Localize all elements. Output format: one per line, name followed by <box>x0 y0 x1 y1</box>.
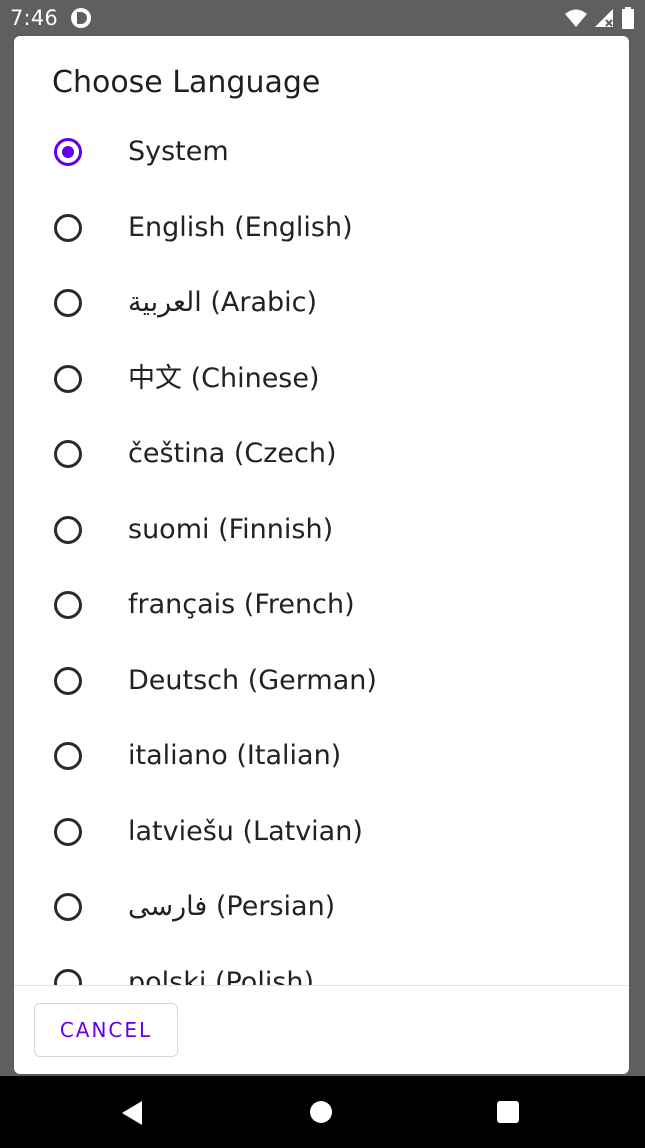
option-label: System <box>128 136 229 167</box>
recents-icon[interactable] <box>497 1101 519 1123</box>
back-icon[interactable] <box>120 1100 144 1126</box>
language-option-czech[interactable]: čeština (Czech) <box>14 418 629 494</box>
option-label: Deutsch (German) <box>128 664 377 696</box>
language-option-english[interactable]: English (English) <box>14 192 629 268</box>
option-label: 中文 (Chinese) <box>128 362 320 394</box>
option-label: English (English) <box>128 211 353 243</box>
status-time: 7:46 <box>10 6 58 30</box>
option-label: čeština (Czech) <box>128 438 337 469</box>
status-bar: 7:46 <box>0 0 645 36</box>
language-option-arabic[interactable]: العربية (Arabic) <box>14 267 629 343</box>
battery-icon <box>622 7 634 29</box>
radio-button[interactable] <box>54 515 82 544</box>
radio-button[interactable] <box>54 817 82 846</box>
language-option-italian[interactable]: italiano (Italian) <box>14 720 629 796</box>
language-dialog: Choose Language System English (English)… <box>14 36 629 1074</box>
radio-button[interactable] <box>54 440 82 468</box>
language-option-chinese[interactable]: 中文 (Chinese) <box>14 343 629 419</box>
divider <box>14 985 629 986</box>
app-notification-icon <box>71 8 91 28</box>
language-option-polish[interactable]: polski (Polish) <box>14 947 629 986</box>
radio-button[interactable] <box>54 364 82 393</box>
option-label: italiano (Italian) <box>128 740 342 771</box>
home-icon[interactable] <box>310 1101 332 1123</box>
dialog-title: Choose Language <box>52 65 321 100</box>
radio-button[interactable] <box>54 893 82 921</box>
radio-button[interactable] <box>54 591 82 619</box>
radio-button[interactable] <box>54 289 82 317</box>
option-label: latviešu (Latvian) <box>128 815 363 847</box>
radio-button[interactable] <box>54 666 82 695</box>
option-label: français (French) <box>128 589 355 620</box>
language-option-system[interactable]: System <box>14 116 629 192</box>
option-label: فارسی (Persian) <box>128 891 336 922</box>
radio-button[interactable] <box>54 213 82 242</box>
language-option-german[interactable]: Deutsch (German) <box>14 645 629 721</box>
option-label: suomi (Finnish) <box>128 513 334 545</box>
wifi-icon <box>565 9 587 27</box>
language-option-finnish[interactable]: suomi (Finnish) <box>14 494 629 570</box>
radio-button[interactable] <box>54 742 82 770</box>
option-label: polski (Polish) <box>128 966 315 986</box>
language-option-french[interactable]: français (French) <box>14 569 629 645</box>
cellular-signal-icon <box>595 9 613 27</box>
option-label: العربية (Arabic) <box>128 287 318 318</box>
language-options-list[interactable]: System English (English) العربية (Arabic… <box>14 116 629 985</box>
language-option-persian[interactable]: فارسی (Persian) <box>14 871 629 947</box>
radio-button-checked[interactable] <box>54 138 82 166</box>
status-icons <box>565 6 635 30</box>
language-option-latvian[interactable]: latviešu (Latvian) <box>14 796 629 872</box>
cancel-button[interactable]: CANCEL <box>34 1003 178 1057</box>
radio-button[interactable] <box>54 968 82 985</box>
navigation-bar <box>0 1076 645 1148</box>
